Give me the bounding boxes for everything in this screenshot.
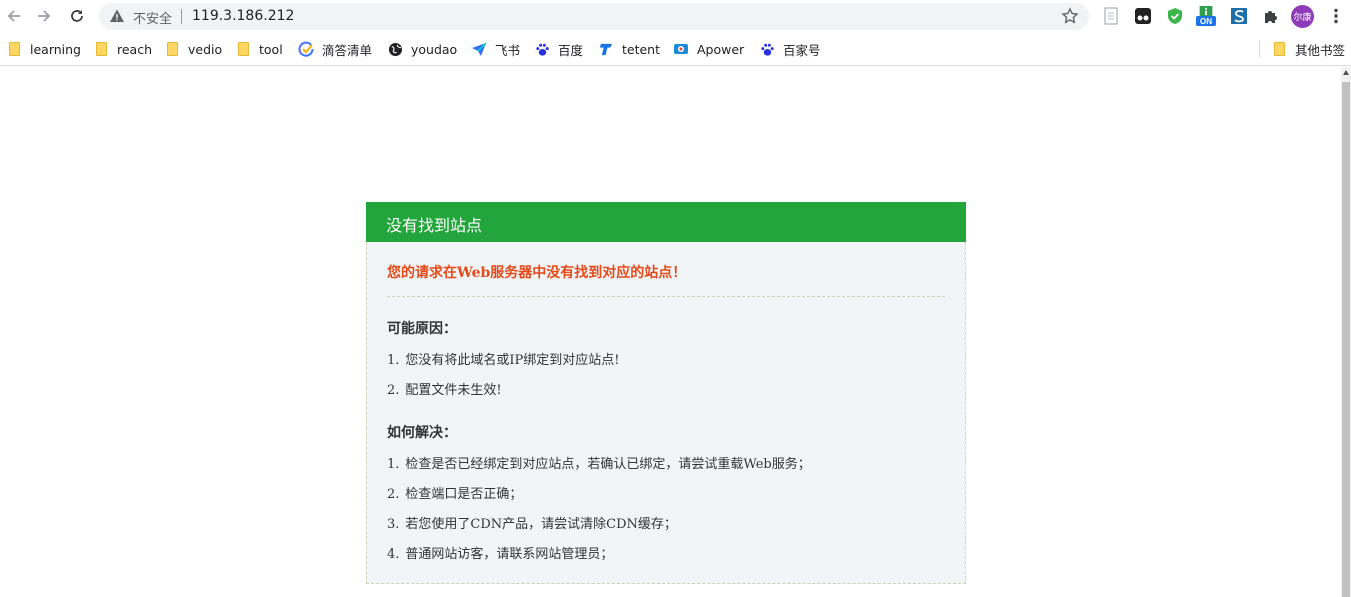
bookmark-label: Apower: [697, 41, 745, 57]
scrollbar-thumb[interactable]: [1342, 82, 1350, 597]
item-text: 检查端口是否正确；: [405, 487, 523, 502]
solution-item: 2. 检查端口是否正确；: [387, 483, 522, 502]
back-arrow-icon: [7, 10, 20, 22]
bookmark-learning[interactable]: learning: [6, 40, 81, 58]
bookmark-label: 滴答清单: [322, 42, 373, 58]
bookmark-label: 飞书: [495, 42, 521, 58]
insecure-label[interactable]: 不安全: [133, 8, 172, 27]
card-header: 没有找到站点: [366, 202, 966, 242]
bookmark-label: vedio: [188, 41, 223, 57]
item-text: 普通网站访客，请联系网站管理员；: [405, 547, 614, 562]
bookmark-label: youdao: [411, 41, 458, 57]
other-bookmarks[interactable]: 其他书签: [1271, 40, 1345, 58]
back-button[interactable]: [3, 5, 25, 27]
more-menu-icon[interactable]: [1326, 6, 1346, 26]
scroll-up-arrow-icon[interactable]: [1343, 70, 1349, 75]
solution-item: 1. 检查是否已经绑定到对应站点，若确认已绑定，请尝试重载Web服务；: [387, 453, 811, 472]
folder-icon: [93, 41, 109, 57]
bookmark-baijiahao[interactable]: 百家号: [759, 40, 821, 58]
reload-icon: [71, 10, 83, 22]
paw-icon: [534, 41, 550, 57]
bookmark-tetent[interactable]: tetent: [598, 40, 660, 58]
document-extension-icon[interactable]: [1101, 6, 1121, 26]
browser-toolbar: 不安全 119.3.186.212 ON 尔康: [0, 0, 1351, 33]
bookmark-label: tool: [259, 41, 283, 57]
profile-avatar[interactable]: 尔康: [1291, 5, 1314, 28]
bookmark-youdao[interactable]: youdao: [387, 40, 457, 58]
error-message: 您的请求在Web服务器中没有找到对应的站点！: [387, 265, 687, 281]
bookmark-apower[interactable]: Apower: [673, 40, 744, 58]
info-on-extension-icon[interactable]: ON: [1196, 6, 1216, 26]
solution-item: 3. 若您使用了CDN产品，请尝试清除CDN缓存；: [387, 513, 677, 532]
bookmark-label: tetent: [622, 41, 661, 57]
bookmarks-bar: learning reach vedio tool 滴答清单 youdao 飞书…: [0, 33, 1351, 66]
reason-item: 2. 配置文件未生效!: [387, 379, 502, 398]
paw-icon: [759, 41, 775, 57]
ext-badge-text: ON: [1200, 17, 1212, 26]
bookmark-baidu[interactable]: 百度: [534, 40, 583, 58]
item-text: 配置文件未生效!: [405, 383, 502, 398]
item-text: 检查是否已经绑定到对应站点，若确认已绑定，请尝试重载Web服务；: [405, 457, 811, 472]
reason-item: 1. 您没有将此域名或IP绑定到对应站点!: [387, 349, 620, 368]
bookmark-tool[interactable]: tool: [235, 40, 283, 58]
bookmark-star-icon[interactable]: [1061, 7, 1079, 29]
bookmark-label: learning: [30, 41, 81, 57]
warning-icon[interactable]: [109, 8, 125, 28]
camera-icon: [673, 41, 689, 57]
bookmark-label: reach: [117, 41, 153, 57]
item-text: 您没有将此域名或IP绑定到对应站点!: [405, 353, 620, 368]
item-number: 3.: [387, 517, 400, 532]
tampermonkey-extension-icon[interactable]: [1133, 6, 1153, 26]
bookmark-feishu[interactable]: 飞书: [471, 40, 520, 58]
shield-extension-icon[interactable]: [1165, 6, 1185, 26]
reload-button[interactable]: [66, 5, 88, 27]
item-number: 2.: [387, 383, 400, 398]
item-number: 1.: [387, 457, 400, 472]
address-separator: [181, 9, 182, 24]
item-number: 4.: [387, 547, 400, 562]
folder-icon: [164, 41, 180, 57]
card-body: 您的请求在Web服务器中没有找到对应的站点！ 可能原因： 1. 您没有将此域名或I…: [366, 242, 966, 584]
check-circle-icon: [298, 41, 314, 57]
folder-icon: [1271, 41, 1287, 57]
item-number: 2.: [387, 487, 400, 502]
globe-icon: [387, 41, 403, 57]
bookmarks-separator: [1259, 40, 1260, 58]
divider: [387, 296, 945, 297]
other-bookmarks-label: 其他书签: [1295, 42, 1346, 58]
item-text: 若您使用了CDN产品，请尝试清除CDN缓存；: [405, 517, 677, 532]
solutions-title: 如何解决：: [387, 425, 457, 441]
item-number: 1.: [387, 353, 400, 368]
folder-icon: [6, 41, 22, 57]
tetent-logo-icon: [598, 41, 614, 57]
bookmark-didaqingdan[interactable]: 滴答清单: [298, 40, 372, 58]
paper-plane-icon: [471, 41, 487, 57]
forward-button[interactable]: [33, 5, 55, 27]
folder-icon: [235, 41, 251, 57]
s-extension-icon[interactable]: [1229, 6, 1249, 26]
puzzle-extensions-icon[interactable]: [1261, 6, 1281, 26]
url-text[interactable]: 119.3.186.212: [192, 8, 294, 24]
bookmark-label: 百家号: [783, 42, 821, 58]
reasons-title: 可能原因：: [387, 321, 457, 337]
forward-arrow-icon: [38, 10, 51, 22]
bookmark-label: 百度: [558, 42, 584, 58]
solution-item: 4. 普通网站访客，请联系网站管理员；: [387, 543, 613, 562]
bookmark-vedio[interactable]: vedio: [164, 40, 222, 58]
bookmark-reach[interactable]: reach: [93, 40, 152, 58]
address-bar[interactable]: 不安全 119.3.186.212: [99, 3, 1089, 30]
